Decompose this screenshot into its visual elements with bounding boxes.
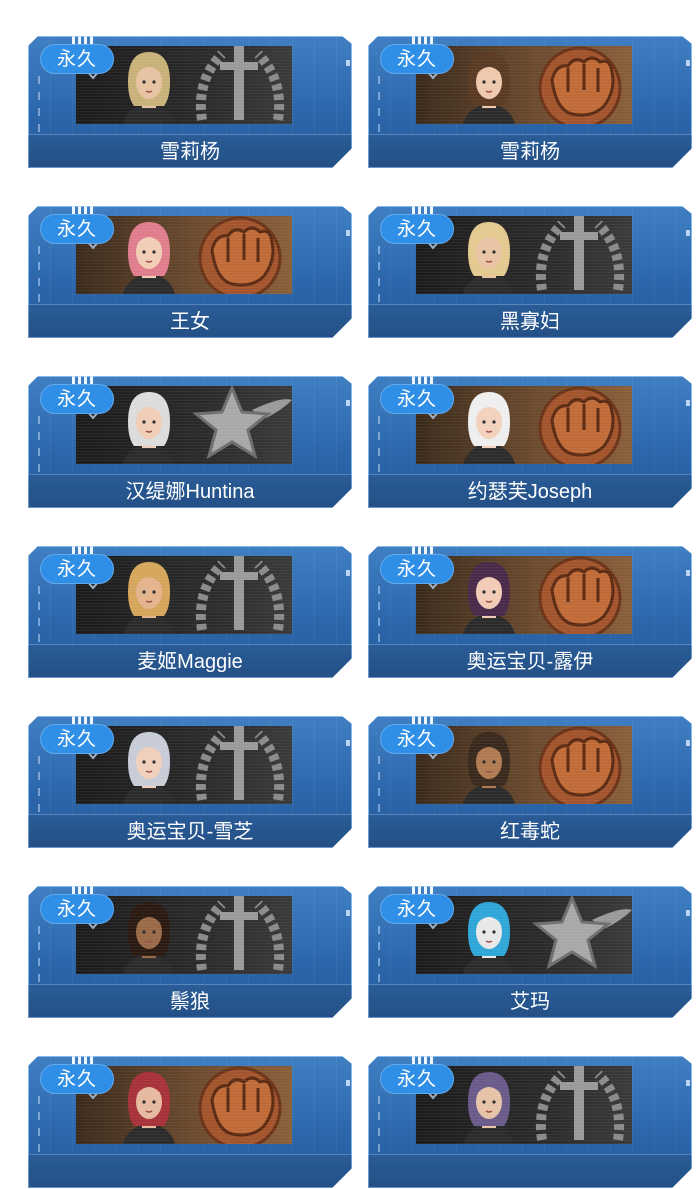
character-card-3[interactable]: 永久 王女 [28,206,352,338]
frame-ticks [38,76,40,136]
frame-ticks [378,1096,380,1156]
character-name: 麦姬Maggie [137,651,243,673]
frame-ticks [38,416,40,476]
character-card-9[interactable]: 永久 奥运宝贝-雪芝 [28,716,352,848]
permanent-badge: 永久 [40,1064,114,1094]
permanent-badge: 永久 [40,214,114,244]
character-card-6[interactable]: 永久 约瑟芙Joseph [368,376,692,508]
permanent-badge: 永久 [380,554,454,584]
permanent-badge: 永久 [380,214,454,244]
permanent-badge: 永久 [380,1064,454,1094]
permanent-badge: 永久 [380,724,454,754]
character-card-13[interactable]: 永久 [28,1056,352,1188]
frame-notch [686,570,690,576]
character-card-5[interactable]: 永久 汉缇娜Huntina [28,376,352,508]
character-name [28,1154,352,1188]
permanent-badge: 永久 [40,724,114,754]
character-grid: 永久 雪莉杨 永久 雪莉杨 永久 王女 永久 黑寡妇 永久 汉缇娜Huntina… [0,0,698,1188]
frame-notch [686,60,690,66]
character-name [368,1154,692,1188]
frame-notch [346,740,350,746]
character-card-1[interactable]: 永久 雪莉杨 [28,36,352,168]
permanent-badge: 永久 [380,894,454,924]
permanent-badge: 永久 [380,384,454,414]
frame-notch [346,60,350,66]
character-name: 奥运宝贝-雪芝 [126,821,254,843]
character-name: 艾玛 [510,991,550,1013]
character-name: 奥运宝贝-露伊 [466,651,594,673]
character-card-4[interactable]: 永久 黑寡妇 [368,206,692,338]
frame-notch [346,1080,350,1086]
frame-ticks [378,416,380,476]
frame-ticks [38,926,40,986]
frame-notch [686,740,690,746]
frame-ticks [38,756,40,816]
character-name: 王女 [170,311,210,333]
permanent-badge: 永久 [380,44,454,74]
character-card-10[interactable]: 永久 红毒蛇 [368,716,692,848]
permanent-badge: 永久 [40,384,114,414]
character-name: 约瑟芙Joseph [467,481,593,503]
frame-notch [346,400,350,406]
character-card-11[interactable]: 永久 鬃狼 [28,886,352,1018]
frame-ticks [378,756,380,816]
character-name: 黑寡妇 [500,311,560,333]
frame-ticks [38,246,40,306]
frame-notch [686,910,690,916]
frame-ticks [378,246,380,306]
frame-notch [686,400,690,406]
character-card-8[interactable]: 永久 奥运宝贝-露伊 [368,546,692,678]
permanent-badge: 永久 [40,44,114,74]
frame-notch [346,910,350,916]
character-name: 雪莉杨 [500,141,560,163]
frame-ticks [38,586,40,646]
frame-notch [346,570,350,576]
character-card-7[interactable]: 永久 麦姬Maggie [28,546,352,678]
frame-ticks [38,1096,40,1156]
permanent-badge: 永久 [40,894,114,924]
frame-notch [686,1080,690,1086]
character-name: 雪莉杨 [160,141,220,163]
character-name: 红毒蛇 [500,821,560,843]
frame-notch [686,230,690,236]
permanent-badge: 永久 [40,554,114,584]
frame-ticks [378,76,380,136]
frame-notch [346,230,350,236]
frame-ticks [378,586,380,646]
character-card-12[interactable]: 永久 艾玛 [368,886,692,1018]
frame-ticks [378,926,380,986]
character-card-14[interactable]: 永久 [368,1056,692,1188]
character-name: 汉缇娜Huntina [125,481,255,503]
character-name: 鬃狼 [170,991,210,1013]
character-card-2[interactable]: 永久 雪莉杨 [368,36,692,168]
